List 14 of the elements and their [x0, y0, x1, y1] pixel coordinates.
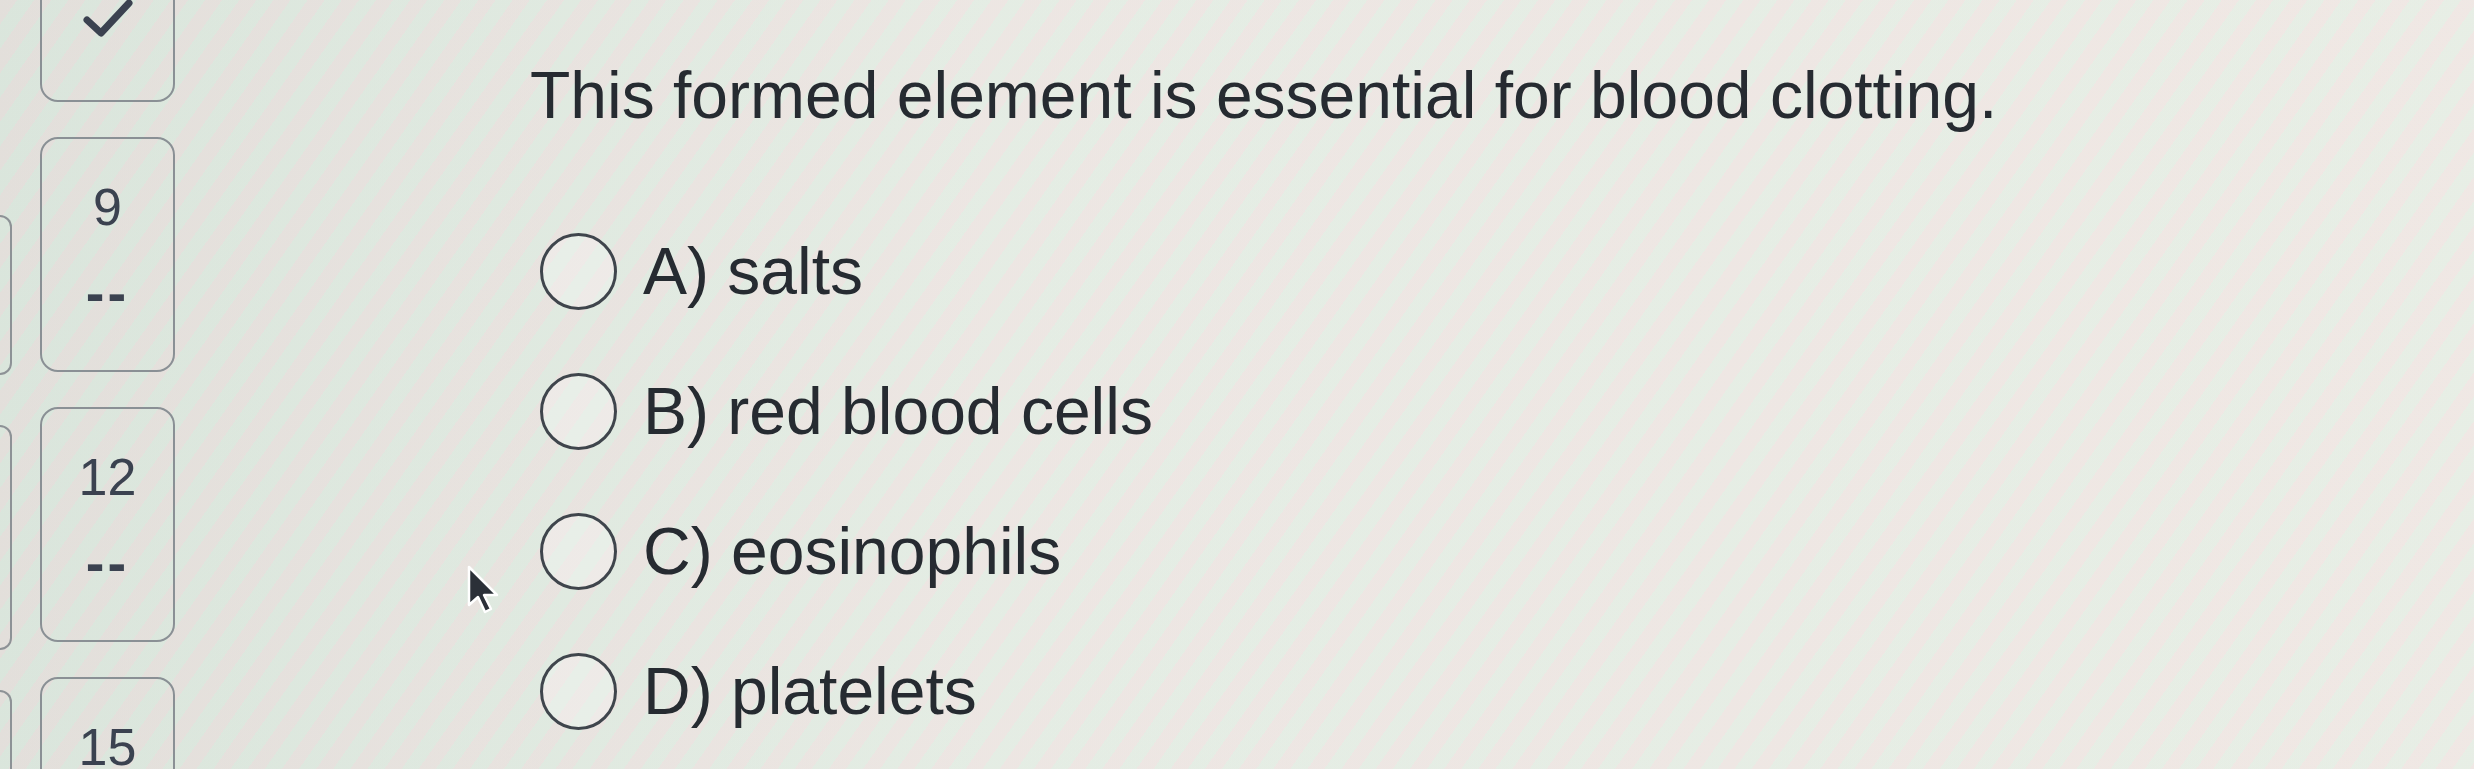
radio-button[interactable] [540, 372, 617, 450]
question-card[interactable]: 15 [40, 677, 175, 769]
mouse-pointer-icon [467, 565, 499, 615]
radio-button[interactable] [540, 652, 617, 730]
question-card[interactable]: 9 -- [40, 137, 175, 372]
option-label[interactable]: C) eosinophils [643, 512, 1062, 590]
question-text: This formed element is essential for blood clotting. [530, 57, 1998, 134]
option-label[interactable]: D) platelets [643, 652, 977, 730]
option-label[interactable]: A) salts [643, 232, 864, 310]
checkmark-icon [82, 0, 133, 38]
option-label[interactable]: B) red blood cells [643, 372, 1153, 450]
radio-button[interactable] [540, 232, 617, 310]
question-card[interactable]: 12 -- [40, 407, 175, 642]
radio-button[interactable] [540, 512, 617, 590]
